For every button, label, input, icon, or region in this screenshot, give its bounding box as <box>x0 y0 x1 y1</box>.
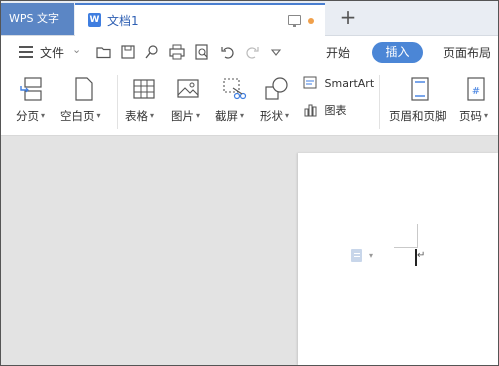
page-break-label: 分页 <box>16 109 39 123</box>
blank-page-button[interactable]: 空白页 ▾ <box>57 73 113 129</box>
chart-label: 图表 <box>324 104 347 117</box>
screenshot-dropdown-icon[interactable]: ▾ <box>240 111 244 120</box>
page-margin-corner-mark <box>417 224 418 248</box>
page-number-icon: # <box>467 77 485 101</box>
app-window: WPS 文字 W 文档1 + 文件 ⌄ 开始 插入 页面布局 分页 ▾ 空白页 … <box>0 0 499 366</box>
blank-page-icon <box>75 77 93 101</box>
shapes-dropdown-icon[interactable]: ▾ <box>285 111 289 120</box>
page-break-button[interactable]: 分页 ▾ <box>11 73 53 129</box>
picture-dropdown-icon[interactable]: ▾ <box>196 111 200 120</box>
ribbon-divider <box>379 75 380 129</box>
paste-options-dropdown-icon[interactable]: ▾ <box>369 251 373 260</box>
smartart-label: SmartArt <box>324 77 375 90</box>
print-preview-icon[interactable] <box>193 43 211 61</box>
smartart-icon <box>303 76 317 89</box>
page-number-button[interactable]: # 页码 ▾ <box>457 73 498 129</box>
file-menu-chevron-icon[interactable]: ⌄ <box>72 43 81 56</box>
paragraph-mark: ↵ <box>417 250 426 261</box>
screenshot-label: 截屏 <box>215 109 238 123</box>
insert-ribbon: 分页 ▾ 空白页 ▾ 表格 ▾ 图片 ▾ 截屏 ▾ 形状 ▾ SmartArt … <box>1 67 498 136</box>
page-margin-corner-mark <box>394 247 418 248</box>
app-tab-wps-writer[interactable]: WPS 文字 <box>1 3 74 35</box>
document-tab[interactable]: W 文档1 <box>75 3 325 36</box>
chart-icon <box>304 104 317 117</box>
tab-insert[interactable]: 插入 <box>372 42 423 63</box>
tab-page-layout[interactable]: 页面布局 <box>443 44 491 61</box>
undo-icon[interactable] <box>219 43 237 61</box>
header-footer-button[interactable]: 页眉和页脚 <box>387 73 453 129</box>
file-menu[interactable]: 文件 <box>40 44 64 61</box>
shapes-label: 形状 <box>260 109 283 123</box>
paste-options-icon[interactable] <box>351 249 362 262</box>
open-folder-icon[interactable] <box>95 43 113 61</box>
tab-home[interactable]: 开始 <box>326 44 350 61</box>
monitor-icon[interactable] <box>288 15 301 27</box>
picture-label: 图片 <box>171 109 194 123</box>
hamburger-menu-icon[interactable] <box>19 46 33 58</box>
table-icon <box>133 79 155 99</box>
document-tab-title: 文档1 <box>107 14 139 28</box>
table-dropdown-icon[interactable]: ▾ <box>150 111 154 120</box>
page-number-label: 页码 <box>459 109 482 123</box>
table-label: 表格 <box>125 109 148 123</box>
svg-text:#: # <box>472 86 480 97</box>
smartart-button[interactable]: SmartArt <box>303 75 374 90</box>
document-page[interactable] <box>298 153 498 365</box>
print-icon[interactable] <box>168 43 186 61</box>
format-painter-icon[interactable] <box>143 43 161 61</box>
menu-row: 文件 ⌄ 开始 插入 页面布局 <box>1 36 498 67</box>
save-icon[interactable] <box>119 43 137 61</box>
screenshot-icon <box>223 78 247 100</box>
table-button[interactable]: 表格 ▾ <box>123 73 165 129</box>
quick-access-dropdown-icon[interactable] <box>267 43 285 61</box>
writer-doc-icon: W <box>88 13 101 27</box>
page-break-dropdown-icon[interactable]: ▾ <box>41 111 45 120</box>
screenshot-button[interactable]: 截屏 ▾ <box>213 73 257 129</box>
page-break-icon <box>20 77 42 101</box>
blank-page-label: 空白页 <box>60 109 95 123</box>
header-footer-label: 页眉和页脚 <box>389 109 447 123</box>
picture-button[interactable]: 图片 ▾ <box>169 73 211 129</box>
redo-icon[interactable] <box>243 43 261 61</box>
blank-page-dropdown-icon[interactable]: ▾ <box>97 111 101 120</box>
tab-bar: WPS 文字 W 文档1 + <box>1 1 498 36</box>
unsaved-dot-icon <box>308 18 314 24</box>
page-number-dropdown-icon[interactable]: ▾ <box>484 111 488 120</box>
new-tab-button[interactable]: + <box>338 6 358 28</box>
shapes-icon <box>265 77 288 100</box>
picture-icon <box>177 79 199 98</box>
ribbon-divider <box>117 75 118 129</box>
header-footer-icon <box>411 77 429 101</box>
chart-button[interactable]: 图表 <box>303 102 347 118</box>
shapes-button[interactable]: 形状 ▾ <box>257 73 299 129</box>
